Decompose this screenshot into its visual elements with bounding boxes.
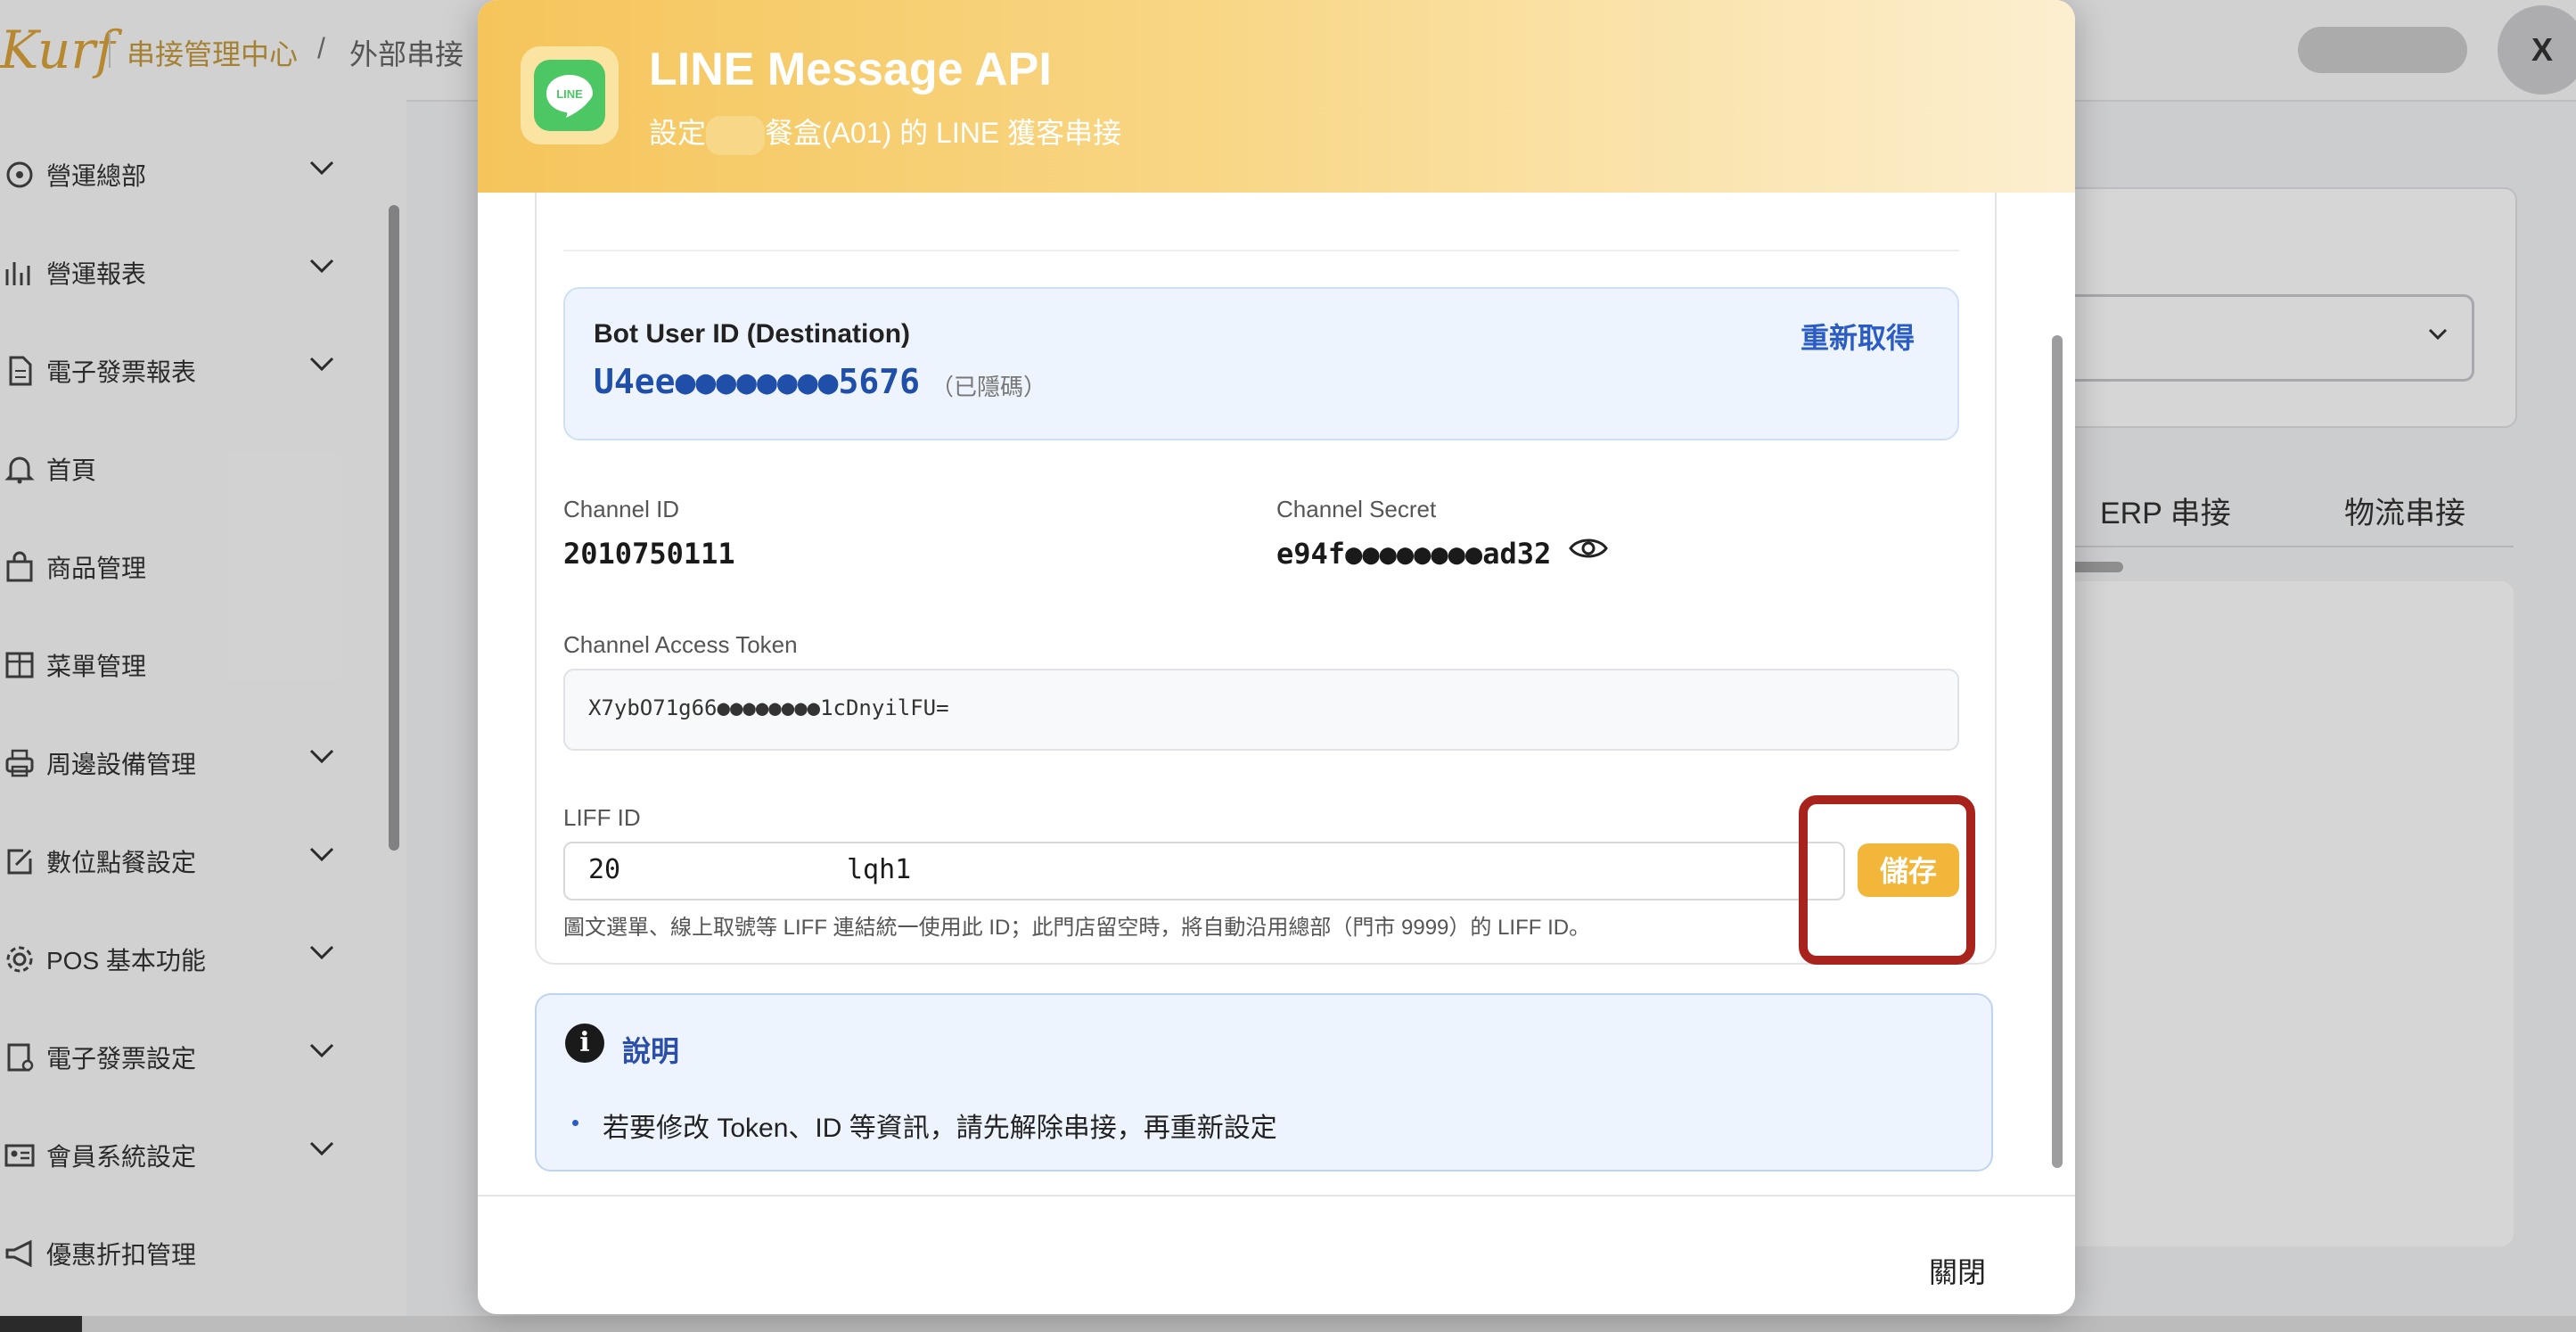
liff-id-hint: 圖文選單、線上取號等 LIFF 連結統一使用此 ID；此門店留空時，將自動沿用總… [563,916,1591,940]
liff-id-input[interactable] [563,842,1845,900]
info-title: 說明 [622,1035,680,1067]
close-button[interactable]: 關閉 [1929,1250,1986,1291]
bot-id-value: U4ee●●●●●●●●5676 [594,362,921,401]
channel-secret-value: e94f●●●●●●●●ad32 [1276,537,1552,571]
info-icon: i [565,1024,604,1063]
line-bubble-icon: LINE [546,75,593,118]
eye-icon[interactable] [1569,535,1608,566]
modal-title: LINE Message API [649,44,1052,95]
channel-id-label: Channel ID [563,496,680,522]
modal-footer: 關閉 [478,1195,2075,1314]
access-token-value: X7ybO71g66●●●●●●●●1cDnyilFU= [588,695,949,720]
refetch-button[interactable]: 重新取得 [1801,316,1915,357]
channel-secret-label: Channel Secret [1276,496,1437,522]
svg-text:LINE: LINE [556,87,583,101]
modal-scrollbar[interactable] [2052,335,2063,1168]
redacted-store-name [706,115,766,155]
info-item: 若要修改 Token、ID 等資訊，請先解除串接，再重新設定 [603,1114,1277,1143]
modal-header: LINE LINE Message API 設定 餐盒(A01) 的 LINE 獲… [478,0,2075,193]
liff-id-value-end: lqh1 [847,854,912,885]
bullet-dot [572,1120,578,1126]
line-app-icon: LINE [521,46,619,144]
channel-id-value: 2010750111 [563,537,735,571]
bot-id-label: Bot User ID (Destination) [594,319,911,349]
access-token-label: Channel Access Token [563,631,798,658]
liff-id-value-start: 20 [588,854,621,885]
modal-subtitle: 設定 餐盒(A01) 的 LINE 獲客串接 [649,111,1121,155]
card-divider [563,250,1959,251]
line-api-modal: LINE LINE Message API 設定 餐盒(A01) 的 LINE 獲… [478,0,2075,1314]
info-box [535,993,1993,1172]
highlight-annotation-box [1799,795,1975,965]
bot-id-masked-note: （已隱碼） [931,374,1047,400]
liff-id-label: LIFF ID [563,804,641,831]
